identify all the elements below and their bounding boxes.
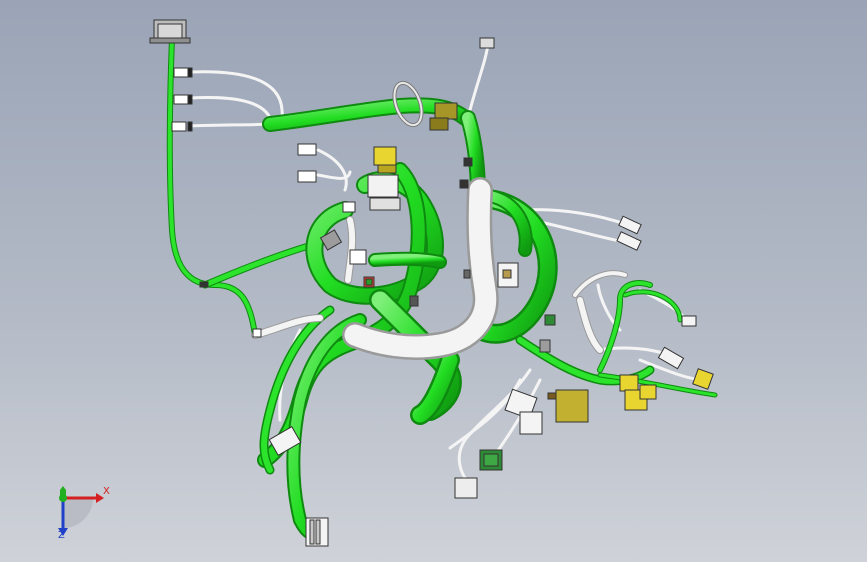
x-axis-label: X (103, 486, 110, 497)
z-axis-label: Z (58, 530, 65, 541)
coordinate-triad (58, 486, 104, 536)
connector-top-left (149, 19, 191, 44)
3d-viewport[interactable]: X Z (0, 0, 867, 562)
wire-harness-model[interactable] (0, 0, 867, 562)
